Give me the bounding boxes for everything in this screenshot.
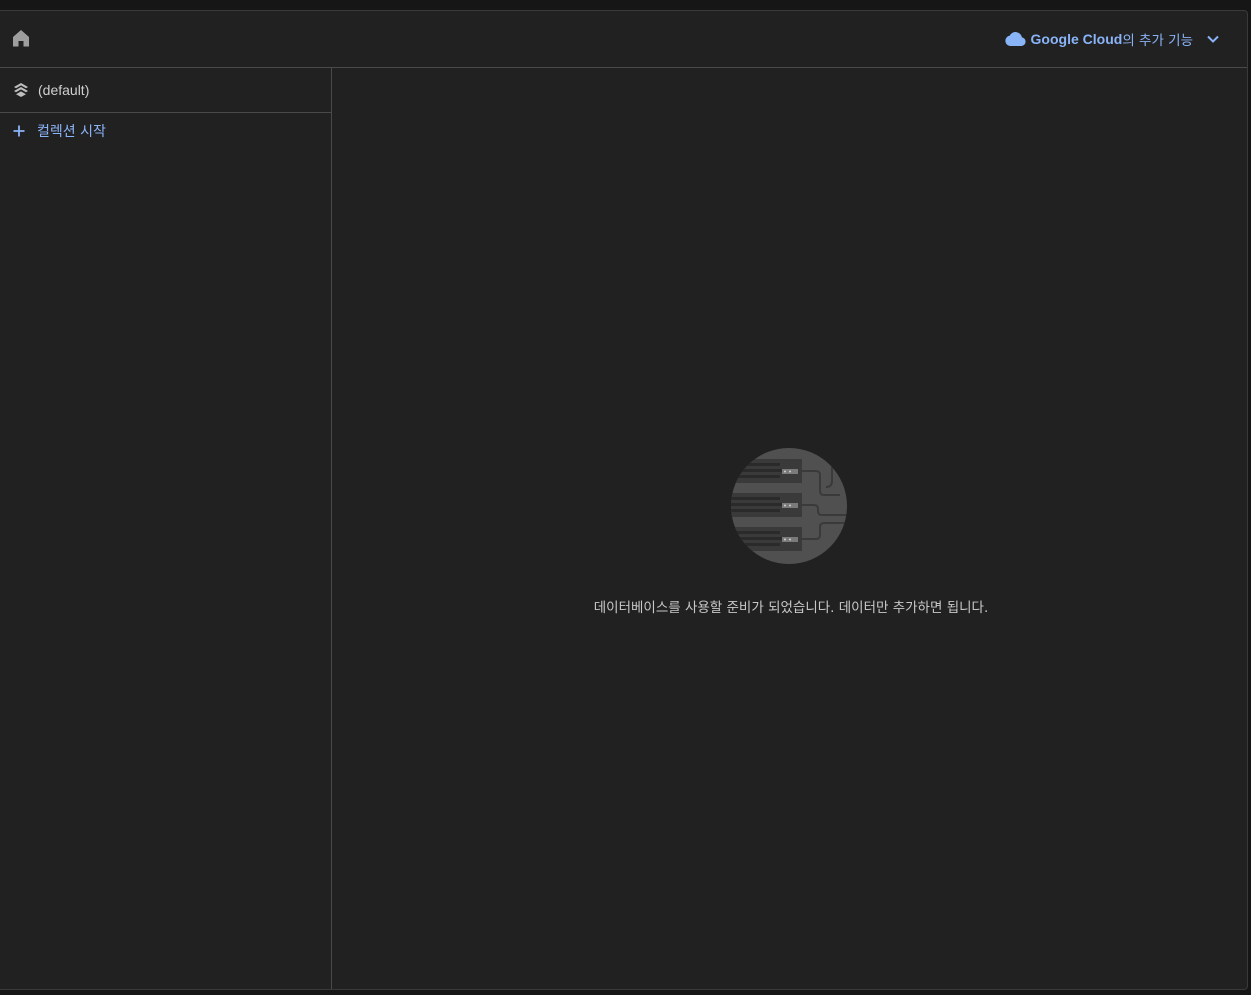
plus-icon [13, 125, 25, 137]
database-label: (default) [38, 82, 90, 98]
firestore-window: Google Cloud 의 추가 기능 (default) 컬렉션 시작 데이… [0, 10, 1248, 990]
google-cloud-suffix: 의 추가 기능 [1122, 33, 1193, 49]
layers-icon [14, 83, 28, 97]
google-cloud-brand: Google Cloud [1030, 31, 1123, 47]
database-sidebar: (default) 컬렉션 시작 [0, 68, 332, 989]
home-icon[interactable] [11, 28, 31, 48]
chevron-down-icon [1207, 35, 1219, 43]
top-bar: Google Cloud 의 추가 기능 [0, 11, 1247, 68]
google-cloud-features-button[interactable]: Google Cloud 의 추가 기능 [1004, 25, 1221, 53]
start-collection-label: 컬렉션 시작 [37, 124, 106, 140]
main-panel: 데이터베이스를 사용할 준비가 되었습니다. 데이터만 추가하면 됩니다. [332, 68, 1247, 989]
database-servers-illustration [731, 448, 847, 564]
cloud-icon [1004, 32, 1026, 46]
empty-state-message: 데이터베이스를 사용할 준비가 되었습니다. 데이터만 추가하면 됩니다. [593, 600, 989, 616]
start-collection-button[interactable]: 컬렉션 시작 [0, 114, 331, 148]
database-item-default[interactable]: (default) [0, 68, 331, 113]
